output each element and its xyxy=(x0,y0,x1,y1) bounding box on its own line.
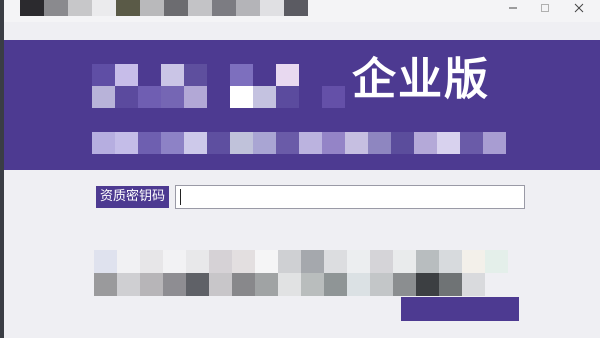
redacted-info-row-2 xyxy=(94,273,485,296)
confirm-button[interactable] xyxy=(401,297,519,321)
activation-window: 企业版 资质密钥码 xyxy=(4,0,600,338)
redacted-info-row-1 xyxy=(94,250,508,273)
redacted-logo-row-2 xyxy=(92,86,345,108)
license-key-label: 资质密钥码 xyxy=(96,186,170,208)
close-button[interactable] xyxy=(564,0,594,16)
edition-title: 企业版 xyxy=(352,54,490,105)
license-key-input[interactable] xyxy=(175,185,525,209)
minimize-button[interactable] xyxy=(498,0,528,16)
maximize-icon xyxy=(541,4,549,12)
title-bar xyxy=(4,0,600,22)
maximize-button[interactable] xyxy=(530,0,560,16)
redacted-logo-row-1 xyxy=(92,64,299,86)
close-icon xyxy=(574,3,584,13)
redacted-subtitle-row xyxy=(92,132,506,154)
header-banner-edge xyxy=(4,160,544,170)
minimize-icon xyxy=(509,7,517,9)
title-bar-redacted-area xyxy=(20,0,308,16)
text-caret xyxy=(180,189,181,205)
